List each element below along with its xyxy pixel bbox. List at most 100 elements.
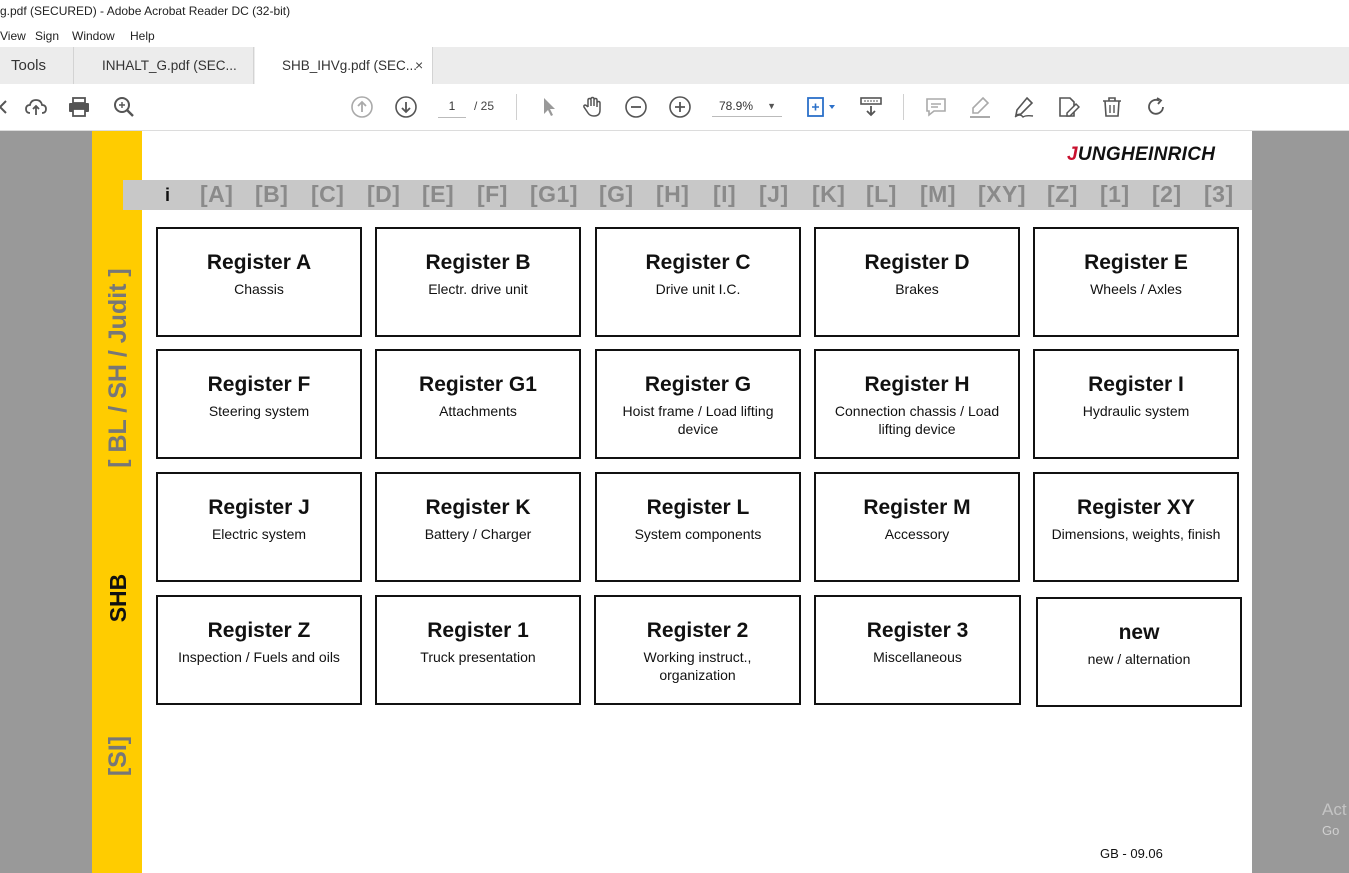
index-item-i[interactable]: i [165, 180, 171, 210]
sign-icon[interactable] [1012, 95, 1036, 119]
close-tab-icon[interactable]: × [415, 47, 423, 84]
register-card-d[interactable]: Register D Brakes [814, 227, 1020, 337]
zoom-select[interactable]: 78.9% ▼ [712, 95, 782, 117]
register-card-e[interactable]: Register E Wheels / Axles [1033, 227, 1239, 337]
register-title: Register F [207, 373, 311, 396]
index-item-1[interactable]: [1] [1100, 180, 1130, 210]
tab-inhalt[interactable]: INHALT_G.pdf (SEC... [74, 47, 254, 84]
zoom-value: 78.9% [719, 99, 754, 113]
register-title: Register M [863, 496, 971, 519]
register-card-f[interactable]: Register F Steering system [156, 349, 362, 459]
register-card-m[interactable]: Register M Accessory [814, 472, 1020, 582]
menu-help[interactable]: Help [130, 29, 155, 43]
scroll-mode-icon[interactable] [859, 95, 883, 119]
select-cursor-icon[interactable] [537, 95, 561, 119]
previous-page-icon[interactable] [350, 95, 374, 119]
register-title: Register K [425, 496, 531, 519]
menu-window[interactable]: Window [72, 29, 115, 43]
register-card-z[interactable]: Register Z Inspection / Fuels and oils [156, 595, 362, 705]
sidebar-label-bl-sh-judit[interactable]: [ BL / SH / Judit ] [103, 249, 133, 487]
register-subtitle: Electric system [211, 526, 307, 542]
register-subtitle: Hydraulic system [1082, 403, 1190, 419]
chevron-left-icon[interactable] [0, 95, 16, 119]
index-item-g1[interactable]: [G1] [530, 180, 578, 210]
register-title: Register G [644, 373, 752, 396]
next-page-icon[interactable] [394, 95, 418, 119]
index-item-f[interactable]: [F] [477, 180, 508, 210]
index-item-z[interactable]: [Z] [1047, 180, 1078, 210]
rotate-icon[interactable] [1144, 95, 1168, 119]
sidebar-label-si[interactable]: [SI] [103, 727, 133, 785]
menu-sign[interactable]: Sign [35, 29, 59, 43]
register-title: Register Z [207, 619, 311, 642]
register-card-xy[interactable]: Register XY Dimensions, weights, finish [1033, 472, 1239, 582]
hand-tool-icon[interactable] [580, 95, 604, 119]
index-item-h[interactable]: [H] [656, 180, 689, 210]
page-total: / 25 [474, 99, 495, 113]
register-title: Register J [208, 496, 310, 519]
index-item-g[interactable]: [G] [599, 180, 634, 210]
register-subtitle: Attachments [439, 403, 517, 419]
comment-icon[interactable] [924, 95, 948, 119]
register-card-j[interactable]: Register J Electric system [156, 472, 362, 582]
tab-tools[interactable]: Tools [0, 47, 74, 84]
register-title: Register G1 [419, 373, 537, 396]
menu-view[interactable]: View [0, 29, 26, 43]
fill-sign-icon[interactable] [1056, 95, 1080, 119]
index-item-2[interactable]: [2] [1152, 180, 1182, 210]
index-item-m[interactable]: [M] [920, 180, 956, 210]
sidebar-label-shb[interactable]: SHB [103, 564, 133, 632]
register-card-b[interactable]: Register B Electr. drive unit [375, 227, 581, 337]
index-item-c[interactable]: [C] [311, 180, 344, 210]
toolbar-divider [903, 94, 904, 120]
register-card-3[interactable]: Register 3 Miscellaneous [814, 595, 1021, 705]
index-item-k[interactable]: [K] [812, 180, 845, 210]
register-title: Register L [646, 496, 750, 519]
register-card-g1[interactable]: Register G1 Attachments [375, 349, 581, 459]
register-subtitle: Connection chassis / Load lifting device [834, 403, 1000, 437]
register-card-i[interactable]: Register I Hydraulic system [1033, 349, 1239, 459]
tab-shb-active[interactable]: SHB_IHVg.pdf (SEC... × [255, 47, 433, 85]
register-card-c[interactable]: Register C Drive unit I.C. [595, 227, 801, 337]
register-card-l[interactable]: Register L System components [595, 472, 801, 582]
index-item-xy[interactable]: [XY] [978, 180, 1026, 210]
register-card-g[interactable]: Register G Hoist frame / Load lifting dev… [595, 349, 801, 459]
register-title: new [1118, 621, 1160, 644]
index-item-j[interactable]: [J] [759, 180, 789, 210]
index-item-b[interactable]: [B] [255, 180, 288, 210]
register-title: Register I [1088, 373, 1184, 396]
register-card-1[interactable]: Register 1 Truck presentation [375, 595, 581, 705]
register-subtitle: System components [634, 526, 762, 542]
page-footer: GB - 09.06 [1100, 846, 1163, 861]
register-card-a[interactable]: Register A Chassis [156, 227, 362, 337]
activation-watermark: Act [1322, 800, 1347, 819]
index-item-d[interactable]: [D] [367, 180, 400, 210]
index-item-l[interactable]: [L] [866, 180, 897, 210]
zoom-in-icon[interactable] [668, 95, 692, 119]
register-card-h[interactable]: Register H Connection chassis / Load lift… [814, 349, 1020, 459]
zoom-out-icon[interactable] [624, 95, 648, 119]
index-item-e[interactable]: [E] [422, 180, 454, 210]
register-title: Register E [1084, 251, 1188, 274]
register-title: Register A [206, 251, 312, 274]
tab-bar: Tools INHALT_G.pdf (SEC... SHB_IHVg.pdf … [0, 47, 1349, 85]
page-number-input[interactable]: 1 [438, 95, 466, 118]
highlight-icon[interactable] [968, 95, 992, 119]
print-icon[interactable] [67, 95, 91, 119]
fit-page-icon[interactable] [805, 95, 839, 119]
register-card-new[interactable]: new new / alternation [1036, 597, 1242, 707]
register-title: Register D [864, 251, 970, 274]
toolbar-divider [516, 94, 517, 120]
register-card-2[interactable]: Register 2 Working instruct., organizatio… [594, 595, 801, 705]
search-zoom-icon[interactable] [112, 95, 136, 119]
tab-inhalt-label: INHALT_G.pdf (SEC... [102, 58, 237, 73]
upload-cloud-icon[interactable] [24, 95, 48, 119]
register-title: Register 1 [427, 619, 529, 642]
register-subtitle: Miscellaneous [873, 649, 962, 665]
index-item-a[interactable]: [A] [200, 180, 233, 210]
register-title: Register B [425, 251, 531, 274]
index-item-3[interactable]: [3] [1204, 180, 1234, 210]
register-card-k[interactable]: Register K Battery / Charger [375, 472, 581, 582]
index-item-i-letter[interactable]: [I] [713, 180, 736, 210]
delete-icon[interactable] [1100, 95, 1124, 119]
